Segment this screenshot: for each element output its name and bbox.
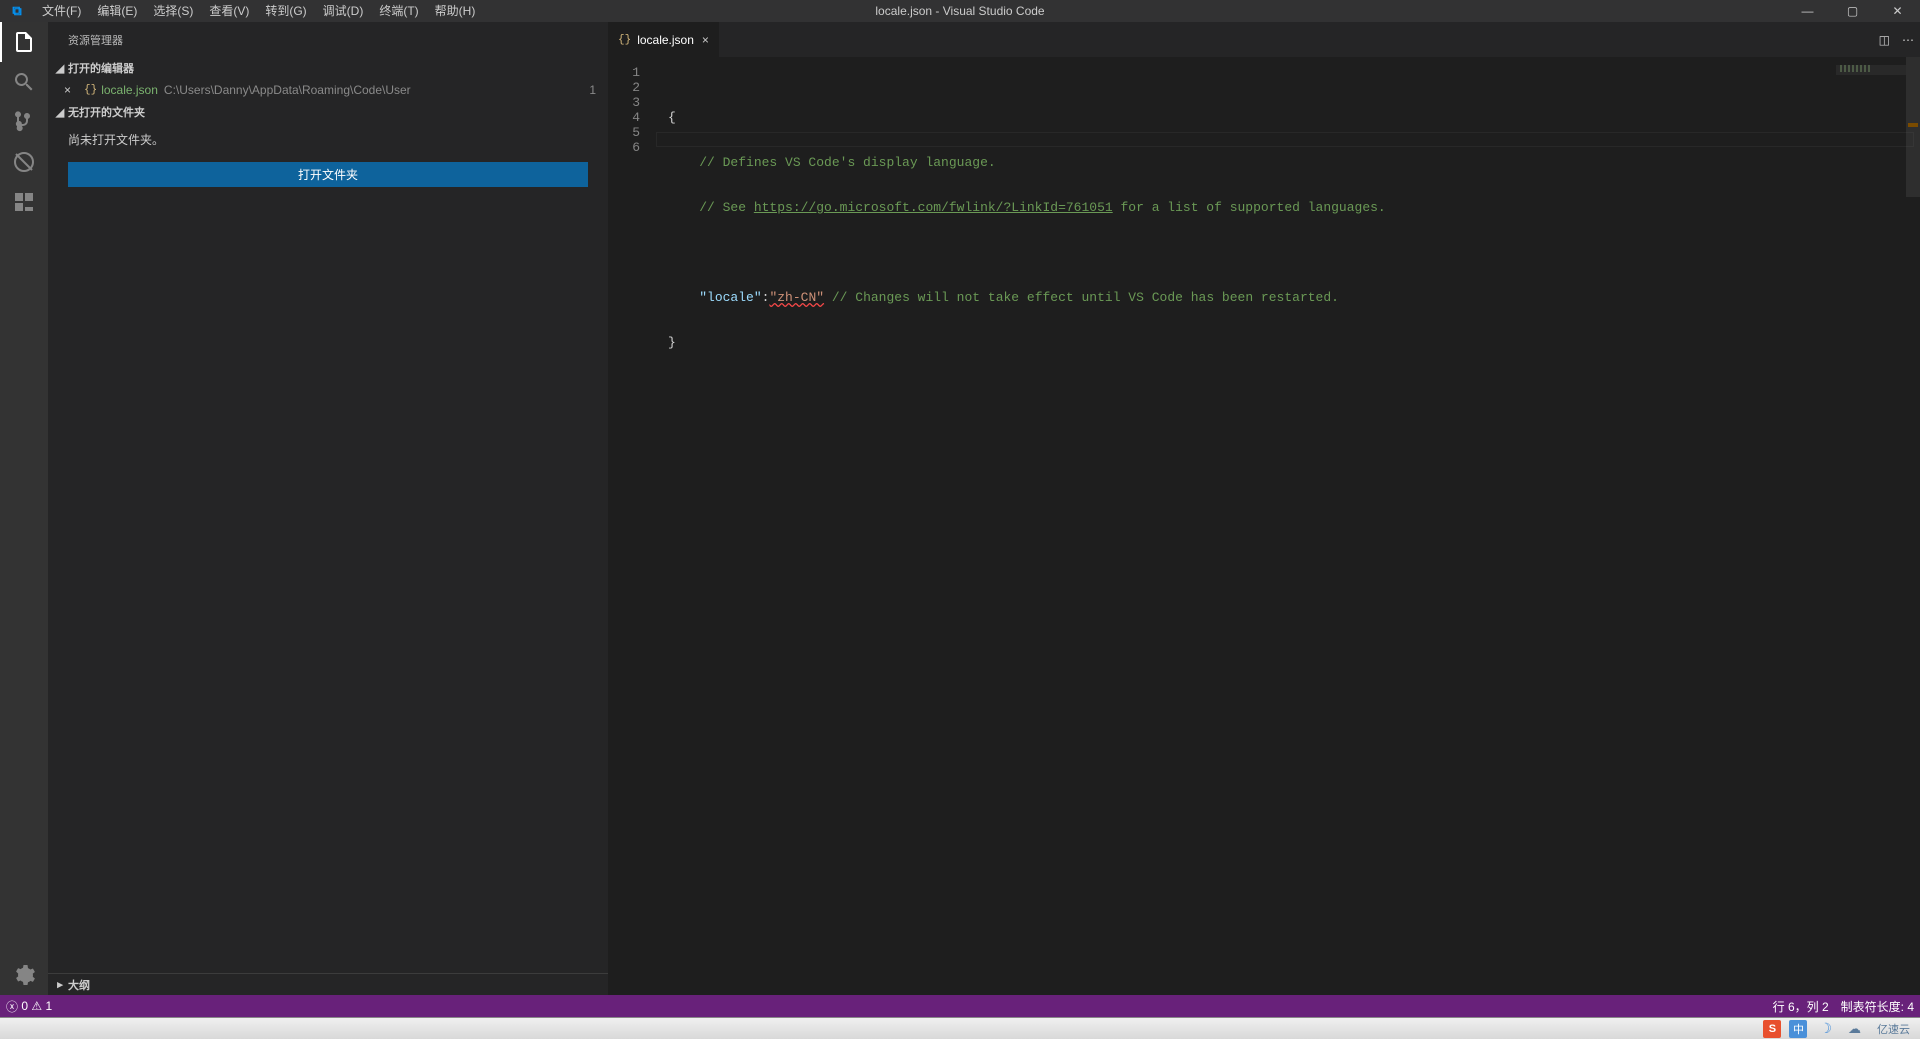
editor-actions: ◫ ⋯ (1879, 22, 1920, 57)
chevron-down-icon: ◢ (52, 106, 68, 119)
activity-settings[interactable] (0, 955, 48, 995)
code-comment: for a list of supported languages. (1113, 200, 1386, 215)
tabs-row: {} locale.json × ◫ ⋯ (608, 22, 1920, 57)
debug-icon (12, 150, 36, 174)
editor-area: {} locale.json × ◫ ⋯ 1 2 3 4 5 6 { // D (608, 22, 1920, 995)
moon-icon[interactable]: ☽ (1815, 1020, 1836, 1038)
line-number: 3 (608, 95, 656, 110)
status-right: 行 6，列 2 制表符长度: 4 (1767, 995, 1920, 1017)
line-number: 1 (608, 65, 656, 80)
activity-extensions[interactable] (0, 182, 48, 222)
line-number: 4 (608, 110, 656, 125)
statusbar: ⓧ 0 ⚠ 1 行 6，列 2 制表符长度: 4 (0, 995, 1920, 1017)
outline-label: 大纲 (68, 977, 90, 993)
window-title: locale.json - Visual Studio Code (875, 4, 1044, 18)
sidebar-explorer: 资源管理器 ◢ 打开的编辑器 × {} locale.json C:\Users… (48, 22, 608, 995)
code-link[interactable]: https://go.microsoft.com/fwlink/?LinkId=… (754, 200, 1113, 215)
menu-view[interactable]: 查看(V) (201, 0, 257, 22)
line-gutter: 1 2 3 4 5 6 (608, 57, 656, 995)
source-control-icon (12, 110, 36, 134)
open-folder-button[interactable]: 打开文件夹 (68, 162, 588, 187)
taskbar-tray: S 中 ☽ ☁ 亿速云 (0, 1017, 1920, 1039)
window-controls: — ▢ ✕ (1785, 0, 1920, 22)
activity-scm[interactable] (0, 102, 48, 142)
close-icon[interactable]: × (702, 33, 709, 47)
open-editors-header[interactable]: ◢ 打开的编辑器 (48, 57, 608, 79)
minimize-button[interactable]: — (1785, 0, 1830, 22)
chevron-down-icon: ◢ (52, 62, 68, 75)
open-editor-path: C:\Users\Danny\AppData\Roaming\Code\User (164, 83, 411, 97)
main-area: 资源管理器 ◢ 打开的编辑器 × {} locale.json C:\Users… (0, 22, 1920, 995)
line-number: 6 (608, 140, 656, 155)
tab-label: locale.json (637, 33, 694, 47)
minimap-content (1840, 65, 1902, 73)
json-file-icon: {} (618, 34, 631, 46)
files-icon (12, 30, 36, 54)
nofolder-header[interactable]: ◢ 无打开的文件夹 (48, 101, 608, 123)
code-comment: // Defines VS Code's display language. (699, 155, 995, 170)
menu-terminal[interactable]: 终端(T) (371, 0, 426, 22)
editor-body[interactable]: 1 2 3 4 5 6 { // Defines VS Code's displ… (608, 57, 1920, 995)
line-number: 5 (608, 125, 656, 140)
code-token: } (668, 335, 676, 350)
activity-debug[interactable] (0, 142, 48, 182)
vertical-scrollbar[interactable] (1906, 57, 1920, 995)
activitybar (0, 22, 48, 995)
nofolder-label: 无打开的文件夹 (68, 104, 145, 120)
status-problems[interactable]: ⓧ 0 ⚠ 1 (0, 995, 58, 1017)
vscode-logo-icon: ⧉ (0, 3, 34, 19)
tab-locale-json[interactable]: {} locale.json × (608, 22, 720, 57)
open-editor-badge: 1 (589, 83, 596, 97)
open-editor-filename: locale.json (101, 83, 158, 97)
extensions-icon (12, 190, 36, 214)
open-editor-item[interactable]: × {} locale.json C:\Users\Danny\AppData\… (48, 79, 608, 101)
menu-file[interactable]: 文件(F) (34, 0, 89, 22)
brand-watermark: 亿速云 (1873, 1020, 1914, 1038)
code-key: "locale" (699, 290, 761, 305)
split-editor-icon[interactable]: ◫ (1879, 33, 1890, 47)
ime-sogou-icon[interactable]: S (1763, 1020, 1781, 1038)
error-icon: ⓧ (6, 998, 18, 1015)
code-comment: // See (699, 200, 754, 215)
outline-header[interactable]: ▸ 大纲 (48, 973, 608, 995)
nofolder-message: 尚未打开文件夹。 (48, 123, 608, 156)
close-icon[interactable]: × (64, 83, 80, 97)
code-string-error: "zh-CN" (769, 290, 824, 305)
menu-edit[interactable]: 编辑(E) (89, 0, 145, 22)
activity-search[interactable] (0, 62, 48, 102)
code-comment: // Changes will not take effect until VS… (824, 290, 1339, 305)
ime-language-icon[interactable]: 中 (1789, 1020, 1807, 1038)
open-editors-label: 打开的编辑器 (68, 60, 134, 76)
cloud-icon[interactable]: ☁ (1844, 1020, 1865, 1038)
chevron-right-icon: ▸ (52, 978, 68, 991)
menu-help[interactable]: 帮助(H) (427, 0, 484, 22)
search-icon (12, 70, 36, 94)
gear-icon (12, 963, 36, 987)
current-line-highlight (656, 132, 1914, 147)
overview-warning-mark (1908, 123, 1918, 127)
more-icon[interactable]: ⋯ (1902, 33, 1914, 47)
line-number: 2 (608, 80, 656, 95)
maximize-button[interactable]: ▢ (1830, 0, 1875, 22)
menu-select[interactable]: 选择(S) (145, 0, 201, 22)
activity-explorer[interactable] (0, 22, 48, 62)
warning-icon: ⚠ (31, 999, 42, 1013)
menu-go[interactable]: 转到(G) (257, 0, 314, 22)
status-cursor[interactable]: 行 6，列 2 (1767, 995, 1835, 1017)
json-file-icon: {} (84, 84, 97, 96)
close-button[interactable]: ✕ (1875, 0, 1920, 22)
code-token: { (668, 110, 676, 125)
menubar: 文件(F) 编辑(E) 选择(S) 查看(V) 转到(G) 调试(D) 终端(T… (34, 0, 483, 22)
status-indent[interactable]: 制表符长度: 4 (1835, 995, 1920, 1017)
code-content[interactable]: { // Defines VS Code's display language.… (656, 57, 1920, 995)
titlebar: ⧉ 文件(F) 编辑(E) 选择(S) 查看(V) 转到(G) 调试(D) 终端… (0, 0, 1920, 22)
menu-debug[interactable]: 调试(D) (315, 0, 372, 22)
error-count: 0 (21, 999, 28, 1013)
warning-count: 1 (46, 999, 53, 1013)
sidebar-title: 资源管理器 (48, 22, 608, 57)
